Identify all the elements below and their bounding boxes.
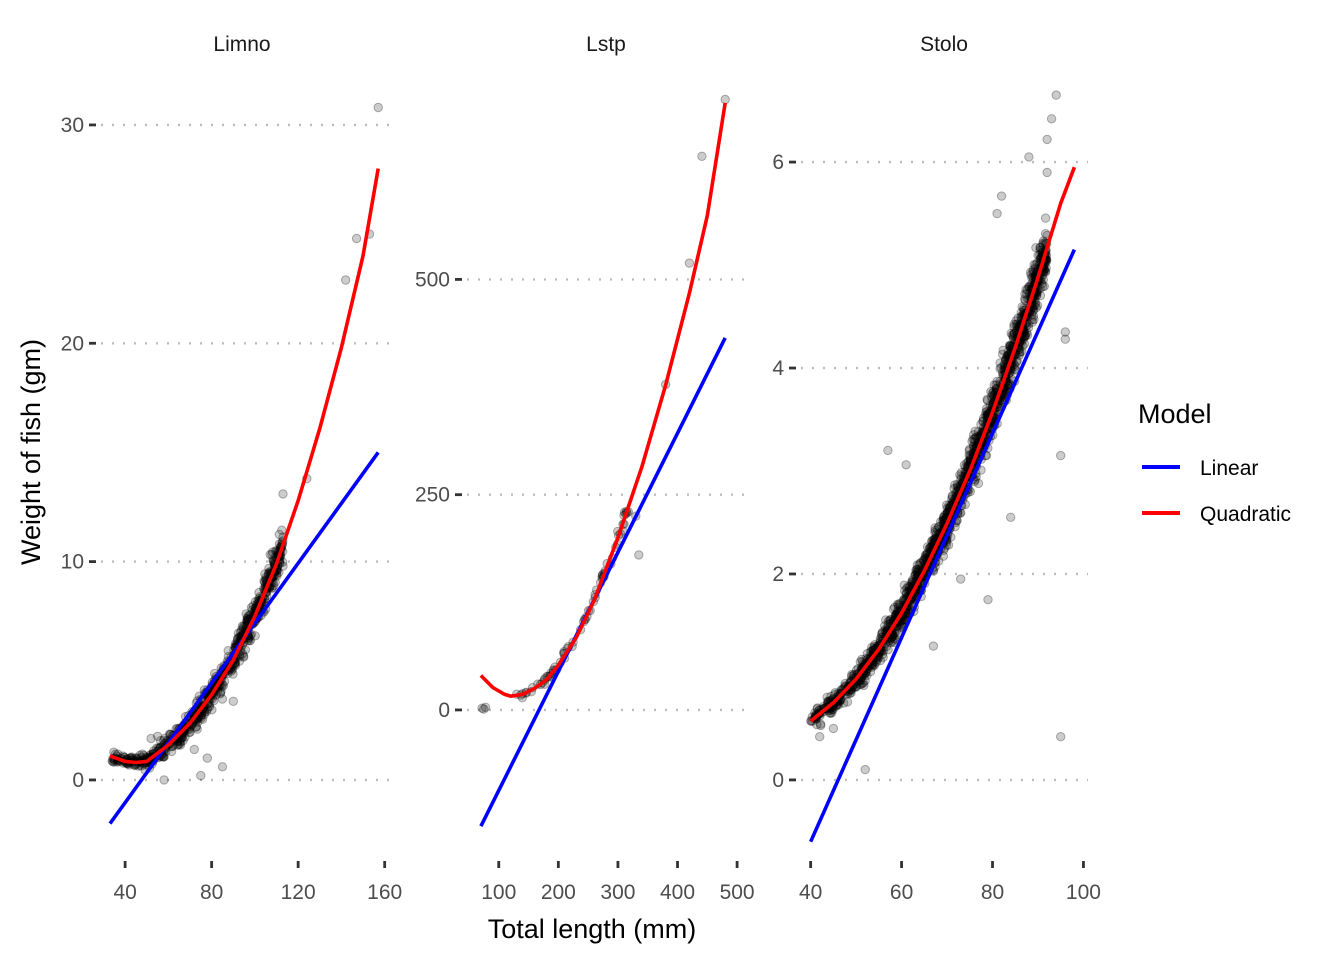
scatter-points: [806, 90, 1071, 775]
data-point: [228, 696, 239, 706]
legend: Model Linear Quadratic: [1138, 399, 1291, 526]
scatter-points: [107, 102, 383, 785]
data-point: [1056, 450, 1066, 461]
y-tick-label: 0: [438, 699, 450, 722]
x-tick-label: 40: [113, 881, 136, 904]
legend-label-quadratic: Quadratic: [1200, 503, 1291, 526]
data-point: [207, 705, 217, 715]
data-point: [996, 191, 1007, 201]
y-tick-label: 30: [61, 114, 84, 137]
data-point: [634, 550, 644, 560]
fit-line-quadratic: [109, 168, 380, 765]
data-point: [910, 570, 920, 580]
data-point: [956, 574, 966, 584]
y-tick-label: 10: [61, 551, 84, 574]
data-point: [1042, 167, 1052, 178]
panel-title: Limno: [213, 33, 270, 56]
x-tick-label: 120: [281, 881, 316, 904]
y-tick-label: 0: [772, 769, 784, 792]
data-point: [1056, 732, 1066, 742]
x-tick-label: 100: [481, 881, 516, 904]
data-point: [341, 275, 351, 285]
data-point: [277, 525, 287, 535]
legend-title: Model: [1138, 399, 1212, 429]
data-point: [1006, 512, 1016, 522]
legend-label-linear: Linear: [1200, 457, 1258, 480]
data-point: [901, 460, 911, 470]
x-tick-label: 400: [660, 881, 695, 904]
faceted-scatter-chart: Limno 010203040 80 120 160 Lstp 0250500100 2…: [16, 33, 1291, 944]
data-point: [196, 770, 206, 781]
data-point: [992, 208, 1002, 219]
x-tick-label: 80: [200, 881, 223, 904]
panel-title: Lstp: [586, 33, 626, 56]
data-point: [1060, 334, 1071, 344]
y-tick-label: 500: [415, 268, 450, 291]
x-tick-label: 160: [367, 881, 402, 904]
data-point: [828, 723, 839, 734]
data-point: [860, 764, 870, 775]
fit-line-linear: [808, 248, 1077, 843]
y-tick-label: 20: [61, 332, 84, 355]
panel-title: Stolo: [920, 33, 968, 56]
y-tick-label: 6: [772, 151, 784, 174]
data-point: [152, 731, 163, 741]
data-point: [697, 151, 707, 162]
data-point: [351, 233, 362, 244]
x-tick-label: 300: [600, 881, 635, 904]
data-point: [684, 258, 695, 268]
data-point: [720, 94, 730, 105]
data-point: [479, 704, 489, 714]
y-tick-label: 2: [772, 563, 784, 586]
data-point: [1024, 152, 1034, 162]
data-point: [983, 595, 993, 605]
data-point: [1040, 213, 1051, 223]
x-axis-title: Total length (mm): [488, 914, 697, 944]
panel-limno: Limno 0 10 20 30 40 80 120 160: [61, 33, 403, 904]
data-point: [928, 641, 939, 651]
data-point: [159, 775, 169, 785]
data-point: [893, 599, 903, 609]
data-point: [1051, 90, 1061, 100]
data-point: [815, 732, 825, 742]
panel-stolo: Stolo 0 2 4 6 40 60 80 100: [772, 33, 1101, 904]
x-tick-label: 500: [720, 881, 755, 904]
x-tick-label: 100: [1066, 881, 1101, 904]
y-tick-label: 4: [772, 357, 784, 380]
data-point: [1046, 114, 1057, 124]
data-point: [240, 645, 251, 655]
data-point: [173, 739, 183, 750]
x-tick-label: 60: [890, 881, 913, 904]
x-tick-label: 200: [541, 881, 576, 904]
x-tick-label: 80: [981, 881, 1004, 904]
data-point: [235, 627, 246, 637]
data-point: [217, 762, 228, 772]
data-point: [981, 404, 992, 414]
fit-line-quadratic: [479, 102, 727, 698]
y-tick-label: 250: [415, 484, 450, 507]
data-point: [202, 753, 213, 763]
data-point: [191, 722, 201, 732]
data-point: [373, 102, 383, 113]
data-point: [265, 549, 275, 560]
data-point: [189, 744, 200, 755]
y-axis-title: Weight of fish (gm): [16, 339, 46, 565]
y-tick-label: 0: [72, 769, 84, 792]
data-point: [816, 720, 826, 731]
data-point: [278, 489, 288, 499]
data-point: [137, 749, 148, 759]
panel-lstp: Lstp 0 250 500 100 200 300 400 500: [415, 33, 755, 904]
data-point: [1042, 134, 1052, 145]
x-tick-label: 40: [799, 881, 822, 904]
data-point: [883, 445, 893, 456]
